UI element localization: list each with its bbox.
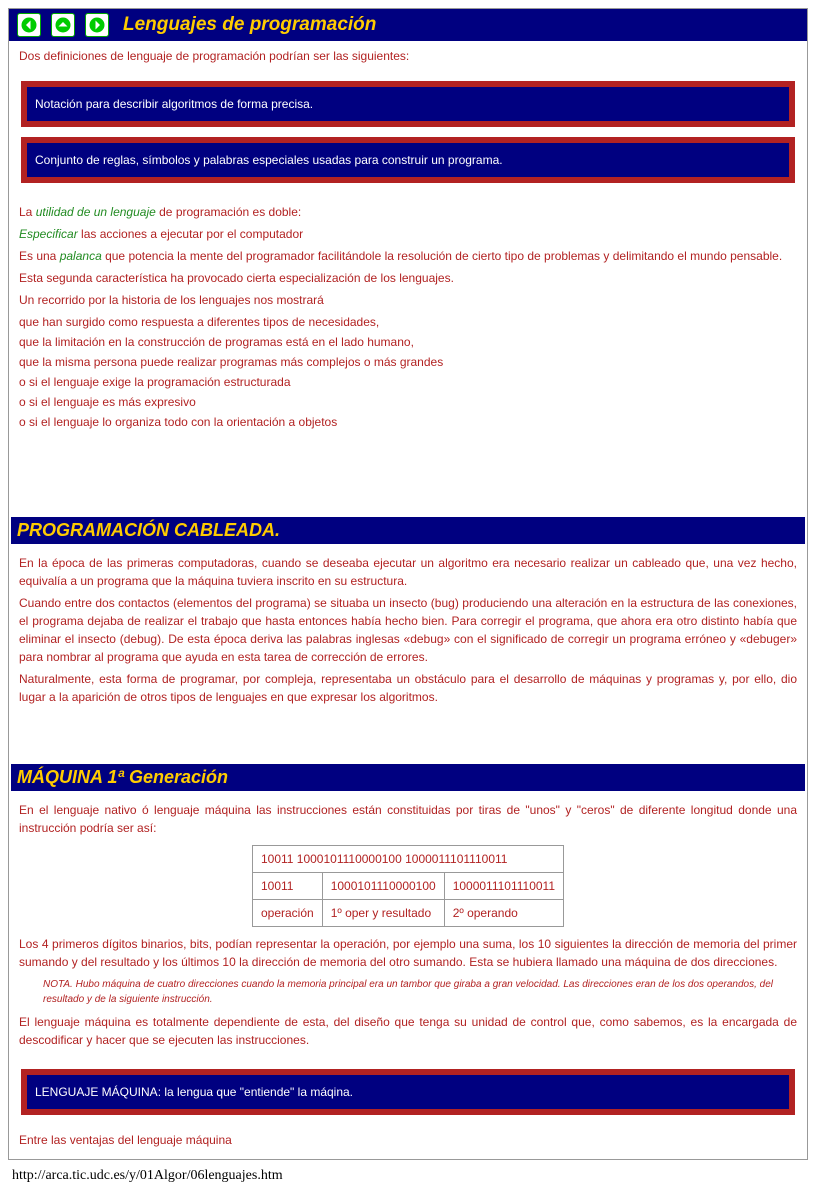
bullet-1: que han surgido como respuesta a diferen… — [19, 313, 797, 331]
bin-r3c1: 1º oper y resultado — [322, 900, 444, 927]
cableada-p2: Cuando entre dos contactos (elementos de… — [19, 594, 797, 666]
maquina-body: En el lenguaje nativo ó lenguaje máquina… — [9, 791, 807, 1059]
maquina-note: NOTA. Hubo máquina de cuatro direcciones… — [43, 977, 773, 1007]
bin-r2c1: 1000101110000100 — [322, 873, 444, 900]
utility-em: utilidad de un lenguaje — [36, 205, 156, 219]
bin-r2c2: 1000011101110011 — [444, 873, 563, 900]
definition-text-2: Conjunto de reglas, símbolos y palabras … — [27, 143, 789, 177]
maquina-callout-box: LENGUAJE MÁQUINA: la lengua que "entiend… — [21, 1069, 795, 1115]
definition-box-2: Conjunto de reglas, símbolos y palabras … — [21, 137, 795, 183]
cableada-p3: Naturalmente, esta forma de programar, p… — [19, 670, 797, 706]
bin-r3c2: 2º operando — [444, 900, 563, 927]
maquina-p4: Entre las ventajas del lenguaje máquina — [9, 1125, 807, 1155]
page-title: Lenguajes de programación — [123, 14, 376, 36]
body-block: La utilidad de un lenguaje de programaci… — [9, 193, 807, 439]
section-cableada-title: PROGRAMACIÓN CABLEADA. — [11, 517, 805, 544]
nav-forward-button[interactable] — [85, 13, 109, 37]
palanca-em: palanca — [60, 249, 102, 263]
obullet-3: o si el lenguaje lo organiza todo con la… — [19, 413, 797, 431]
maquina-p3: El lenguaje máquina es totalmente depend… — [19, 1013, 797, 1049]
bin-r3c0: operación — [252, 900, 322, 927]
bullet-2: que la limitación en la construcción de … — [19, 333, 797, 351]
arrow-right-icon — [88, 16, 106, 34]
cableada-p1: En la época de las primeras computadoras… — [19, 554, 797, 590]
arrow-left-icon — [20, 16, 38, 34]
page-container: Lenguajes de programación Dos definicion… — [8, 8, 808, 1160]
maquina-callout-text: LENGUAJE MÁQUINA: la lengua que "entiend… — [27, 1075, 789, 1109]
arrow-up-icon — [54, 16, 72, 34]
especializacion-line: Esta segunda característica ha provocado… — [19, 269, 797, 287]
footer-url: http://arca.tic.udc.es/y/01Algor/06lengu… — [12, 1168, 816, 1184]
definition-text-1: Notación para describir algoritmos de fo… — [27, 87, 789, 121]
top-navbar: Lenguajes de programación — [9, 9, 807, 41]
definition-box-1: Notación para describir algoritmos de fo… — [21, 81, 795, 127]
obullet-1: o si el lenguaje exige la programación e… — [19, 373, 797, 391]
bin-fullrow: 10011 1000101110000100 1000011101110011 — [252, 846, 563, 873]
recorrido-line: Un recorrido por la historia de los leng… — [19, 291, 797, 309]
maquina-p1: En el lenguaje nativo ó lenguaje máquina… — [19, 801, 797, 837]
cableada-body: En la época de las primeras computadoras… — [9, 544, 807, 716]
maquina-p2: Los 4 primeros dígitos binarios, bits, p… — [19, 935, 797, 971]
palanca-line: Es una palanca que potencia la mente del… — [19, 247, 797, 265]
binary-table: 10011 1000101110000100 1000011101110011 … — [252, 845, 564, 927]
section-maquina-title: MÁQUINA 1ª Generación — [11, 764, 805, 791]
intro-text: Dos definiciones de lenguaje de programa… — [9, 41, 807, 71]
obullet-2: o si el lenguaje es más expresivo — [19, 393, 797, 411]
utility-line: La utilidad de un lenguaje de programaci… — [19, 203, 797, 221]
especificar-em: Especificar — [19, 227, 78, 241]
especificar-line: Especificar las acciones a ejecutar por … — [19, 225, 797, 243]
bin-r2c0: 10011 — [252, 873, 322, 900]
nav-back-button[interactable] — [17, 13, 41, 37]
bullet-3: que la misma persona puede realizar prog… — [19, 353, 797, 371]
nav-up-button[interactable] — [51, 13, 75, 37]
